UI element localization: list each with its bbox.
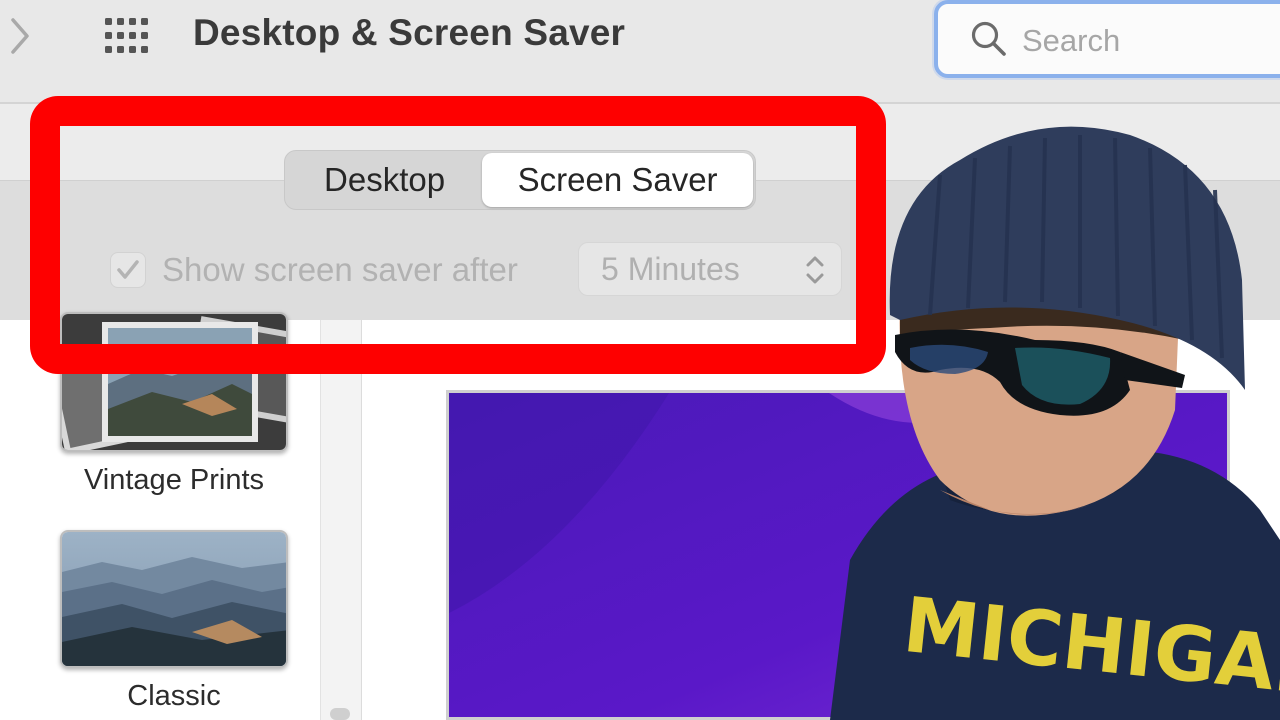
highlight-annotation (30, 96, 886, 374)
grid-icon (105, 18, 148, 53)
search-input[interactable] (1022, 21, 1272, 61)
screen-saver-thumbnail-classic[interactable] (60, 530, 288, 668)
sidebar-scroll-track (320, 320, 362, 720)
show-all-button[interactable] (102, 14, 154, 58)
title-bar: Desktop & Screen Saver (0, 0, 1280, 104)
presenter-photo: MICHIGAN (830, 126, 1280, 720)
thumbnail-label-vintage-prints: Vintage Prints (83, 464, 265, 496)
window-title: Desktop & Screen Saver (193, 12, 626, 53)
thumbnail-label-classic: Classic (127, 680, 221, 712)
chevron-right-icon (11, 18, 29, 54)
search-icon (971, 21, 1006, 56)
forward-button[interactable] (0, 14, 40, 58)
classic-image (62, 532, 286, 666)
sidebar-scrollbar[interactable] (330, 708, 350, 720)
search-field[interactable] (934, 0, 1280, 78)
